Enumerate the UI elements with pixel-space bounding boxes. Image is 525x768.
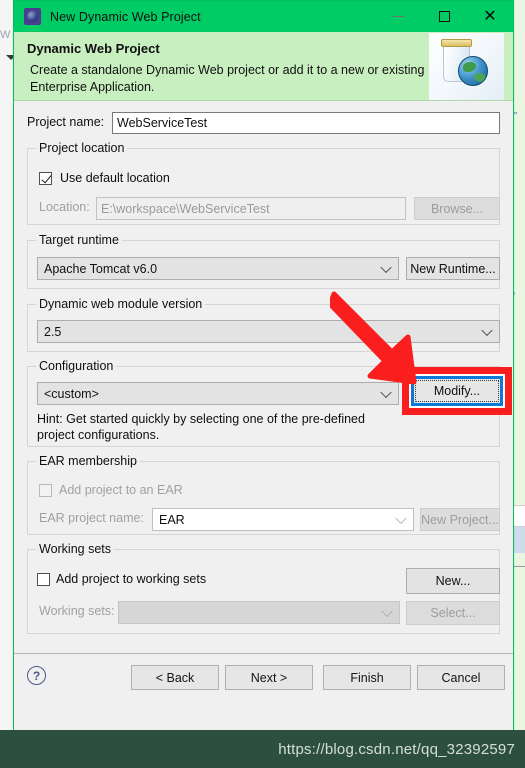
add-to-ear-checkbox[interactable] [39,483,52,497]
eclipse-project-icon [24,8,41,25]
cancel-button-label: Cancel [441,670,481,685]
chevron-down-icon [481,324,493,336]
module-version-value: 2.5 [44,324,62,339]
chevron-down-icon [381,605,393,617]
use-default-location-row[interactable]: Use default location [39,171,170,185]
back-button-label: < Back [155,670,195,685]
watermark-bar: https://blog.csdn.net/qq_32392597 [0,730,525,768]
select-working-set-button[interactable]: Select... [406,601,500,625]
maximize-button[interactable] [421,1,467,32]
add-to-ear-row[interactable]: Add project to an EAR [39,483,183,497]
globe-shape [458,56,488,86]
dialog-titlebar: New Dynamic Web Project ✕ [14,1,513,32]
working-sets-combo[interactable] [118,601,400,624]
minimize-icon [392,16,404,17]
location-label: Location: [39,200,90,214]
project-name-label: Project name: [27,115,105,129]
add-to-working-sets-row[interactable]: Add project to working sets [37,572,206,586]
banner-description: Create a standalone Dynamic Web project … [30,63,425,94]
use-default-location-label: Use default location [60,171,170,185]
ear-membership-group-title: EAR membership [36,454,140,468]
background-left-text: W [0,29,11,41]
new-working-set-button-label: New... [435,574,471,588]
close-button[interactable]: ✕ [467,1,513,32]
dialog-title: New Dynamic Web Project [50,9,201,24]
dialog-banner: Dynamic Web Project Create a standalone … [14,32,513,101]
browse-button-label: Browse... [430,201,484,216]
add-to-ear-label: Add project to an EAR [59,483,183,497]
working-sets-label-row: Working sets: [39,604,115,618]
use-default-location-checkbox[interactable] [39,171,52,185]
window-controls: ✕ [375,1,513,32]
help-icon[interactable]: ? [27,666,46,685]
new-working-set-button[interactable]: New... [406,568,500,594]
target-runtime-combo[interactable]: Apache Tomcat v6.0 [37,257,399,280]
finish-button-label: Finish [350,670,384,685]
finish-button[interactable]: Finish [323,665,411,690]
background-right-marker-icon: „ [514,105,517,115]
jar-lid-shape [441,39,472,47]
chevron-down-icon [380,386,392,398]
dialog-body: Project name: WebServiceTest Project loc… [14,101,513,699]
project-name-value: WebServiceTest [117,116,208,130]
new-ear-project-button-label: New Project... [421,512,499,527]
watermark-text: https://blog.csdn.net/qq_32392597 [278,740,515,758]
project-name-row: Project name: [27,115,104,129]
browse-button[interactable]: Browse... [414,197,500,220]
banner-title: Dynamic Web Project [27,41,160,56]
ear-project-name-label: EAR project name: [39,511,144,525]
next-button-label: Next > [250,670,288,685]
working-sets-label: Working sets: [39,604,115,618]
ear-project-name-value: EAR [159,512,185,527]
target-runtime-group-title: Target runtime [36,233,122,247]
add-to-working-sets-label: Add project to working sets [56,572,207,586]
dialog-footer: ? < Back Next > Finish Cancel [14,653,513,699]
location-input[interactable]: E:\workspace\WebServiceTest [96,197,406,220]
minimize-button[interactable] [375,1,421,32]
back-button[interactable]: < Back [131,665,219,690]
project-name-input[interactable]: WebServiceTest [112,112,500,134]
ear-project-name-row: EAR project name: [39,511,144,525]
target-runtime-value: Apache Tomcat v6.0 [44,261,158,276]
next-button[interactable]: Next > [225,665,313,690]
new-runtime-button-label: New Runtime... [410,261,496,276]
location-value: E:\workspace\WebServiceTest [101,201,270,216]
close-icon: ✕ [483,7,497,25]
new-ear-project-button[interactable]: New Project... [420,508,500,531]
working-sets-group-title: Working sets [36,542,115,556]
project-location-group-title: Project location [36,141,128,155]
configuration-combo[interactable]: <custom> [37,382,399,405]
new-dynamic-web-project-dialog: New Dynamic Web Project ✕ Dynamic Web Pr… [13,0,514,745]
jar-globe-icon [429,33,504,100]
module-version-group-title: Dynamic web module version [36,297,206,311]
configuration-value: <custom> [44,386,99,401]
configuration-hint: Hint: Get started quickly by selecting o… [37,412,365,442]
configuration-group-title: Configuration [36,359,117,373]
maximize-icon [438,11,450,22]
ear-project-name-combo[interactable]: EAR [152,508,414,531]
cancel-button[interactable]: Cancel [417,665,505,690]
select-working-set-button-label: Select... [430,606,476,620]
chevron-down-icon [380,261,392,273]
add-to-working-sets-checkbox[interactable] [37,572,50,586]
chevron-down-icon [395,512,407,524]
new-runtime-button[interactable]: New Runtime... [406,257,500,280]
location-label-row: Location: [39,200,90,214]
module-version-combo[interactable]: 2.5 [37,320,500,343]
